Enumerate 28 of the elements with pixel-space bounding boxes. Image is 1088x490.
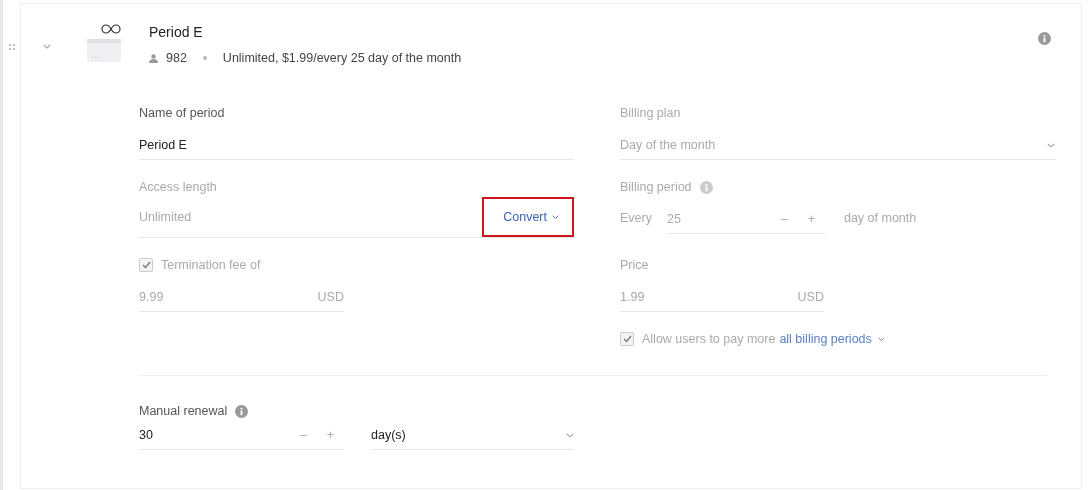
day-of-month-label: day of month [843, 211, 917, 227]
renewal-stepper[interactable]: 30 – + [139, 421, 344, 450]
field-label: Manual renewal [139, 403, 228, 420]
field-label: Access length [139, 179, 218, 196]
chevron-down-icon [552, 214, 559, 220]
info-icon[interactable] [699, 180, 713, 194]
name-input-field[interactable]: Period E [139, 131, 574, 160]
info-icon[interactable] [235, 404, 249, 418]
infinity-icon [101, 24, 121, 34]
period-title: Period E [149, 24, 204, 40]
subscriber-count: 982 [166, 51, 187, 65]
drag-handle-icon[interactable] [8, 44, 15, 50]
chevron-down-icon [1047, 142, 1055, 148]
card-thumbnail-icon [87, 39, 121, 62]
field-label: Billing period [620, 179, 692, 196]
checkbox-label: Allow users to pay more [642, 332, 776, 346]
info-icon[interactable] [1038, 32, 1051, 45]
renewal-unit-select[interactable]: day(s) [371, 421, 574, 450]
field-label: Price [620, 257, 650, 274]
field-label: Name of period [139, 105, 226, 122]
chevron-down-icon [566, 432, 574, 438]
chevron-down-icon [43, 44, 51, 49]
chevron-down-icon [877, 336, 885, 342]
period-summary: Unlimited, $1.99/every 25 day of the month [222, 51, 462, 65]
person-icon [149, 53, 158, 63]
every-label: Every [620, 211, 652, 227]
field-label: Billing plan [620, 105, 682, 122]
checkbox-label: Termination fee of [161, 257, 261, 274]
